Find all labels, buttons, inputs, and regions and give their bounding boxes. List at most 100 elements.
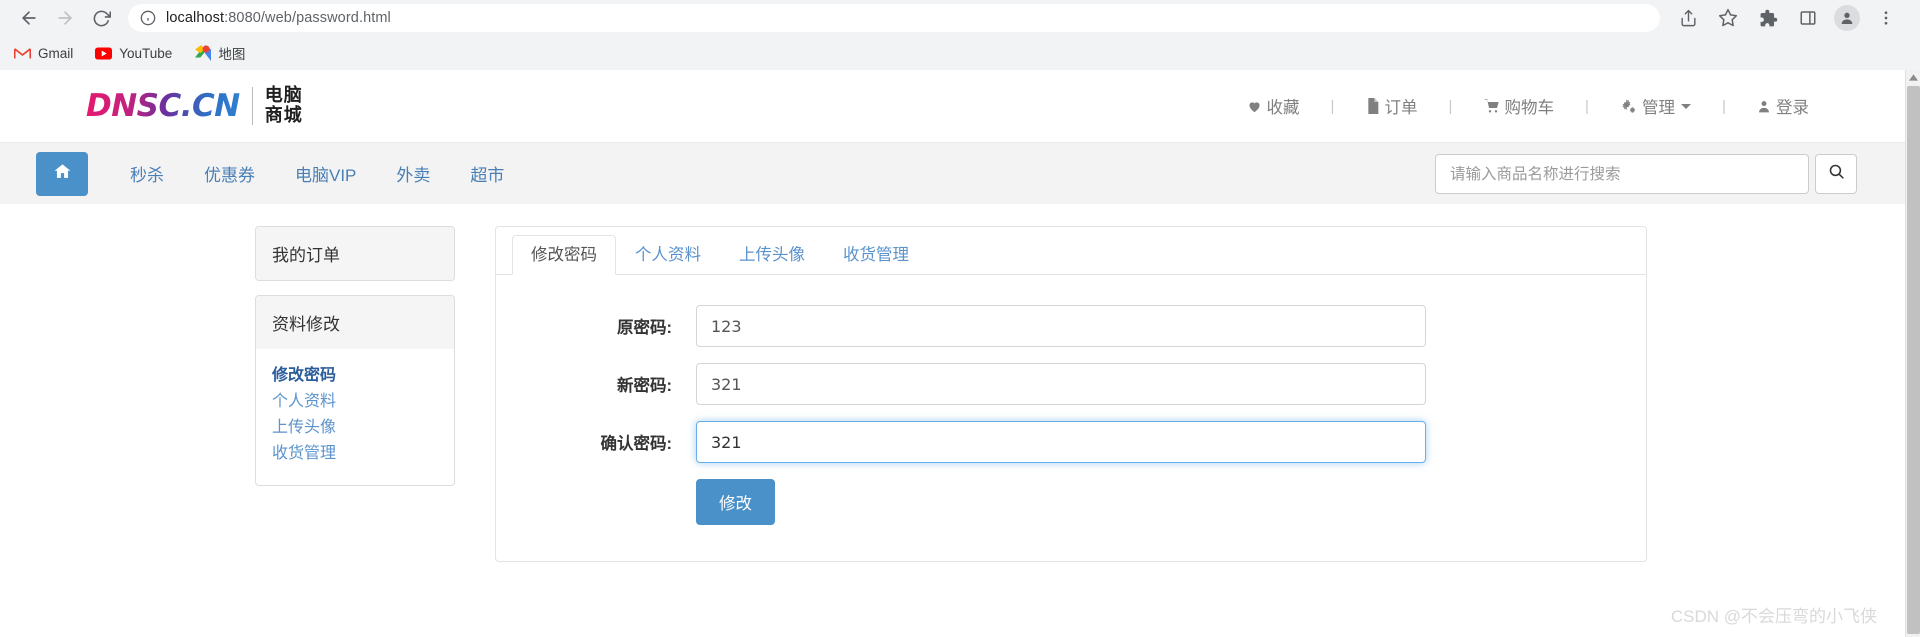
page-viewport: DNSC.CN 电脑 商城 收藏 | 订单 | 购物车 | 管理 | 登录 秒杀… (0, 70, 1920, 637)
nav-separator: | (1722, 97, 1726, 115)
gmail-icon (14, 45, 31, 62)
page-scrollbar[interactable] (1905, 70, 1920, 637)
search-input[interactable] (1435, 153, 1809, 194)
url-text: localhost:8080/web/password.html (166, 10, 391, 26)
sidebar: 我的订单 资料修改 修改密码 个人资料 上传头像 收货管理 (255, 226, 455, 500)
change-password-form: 原密码: 新密码: 确认密码: 修改 (496, 275, 1646, 561)
site-logo[interactable]: DNSC.CN 电脑 商城 (86, 86, 303, 126)
bookmark-star-icon[interactable] (1714, 4, 1742, 32)
top-nav-orders[interactable]: 订单 (1366, 94, 1418, 118)
home-icon (53, 162, 72, 186)
sidebar-profile-title: 资料修改 (256, 296, 454, 349)
new-password-input[interactable] (696, 363, 1426, 405)
top-nav-login[interactable]: 登录 (1757, 94, 1809, 118)
bookmark-label: 地图 (218, 47, 246, 62)
share-icon[interactable] (1674, 4, 1702, 32)
old-password-input[interactable] (696, 305, 1426, 347)
scrollbar-thumb[interactable] (1907, 86, 1920, 634)
web-page: DNSC.CN 电脑 商城 收藏 | 订单 | 购物车 | 管理 | 登录 秒杀… (0, 70, 1905, 637)
nav-link-supermarket[interactable]: 超市 (450, 161, 524, 186)
sidebar-links: 修改密码 个人资料 上传头像 收货管理 (256, 349, 454, 485)
nav-separator: | (1330, 97, 1335, 115)
browser-toolbar: localhost:8080/web/password.html (0, 0, 1920, 36)
bookmarks-bar: Gmail YouTube 地图 (0, 36, 1920, 70)
search-button[interactable] (1815, 153, 1857, 194)
forward-button[interactable] (50, 3, 80, 33)
confirm-password-input[interactable] (696, 421, 1426, 463)
top-nav-label: 收藏 (1266, 99, 1300, 117)
extensions-puzzle-icon[interactable] (1754, 4, 1782, 32)
info-circle-icon[interactable] (140, 10, 156, 26)
nav-link-miaosha[interactable]: 秒杀 (110, 161, 184, 186)
address-bar[interactable]: localhost:8080/web/password.html (128, 4, 1660, 32)
top-nav-manage[interactable]: 管理 (1620, 94, 1691, 118)
label-old-password: 原密码: (617, 319, 672, 337)
url-host: localhost (166, 10, 225, 26)
nav-links: 秒杀 优惠券 电脑VIP 外卖 超市 (110, 161, 524, 186)
google-maps-icon (194, 45, 211, 62)
chevron-down-icon (1681, 103, 1691, 109)
top-nav-label: 购物车 (1504, 99, 1555, 117)
tab-bar: 修改密码 个人资料 上传头像 收货管理 (496, 227, 1646, 275)
content-area: 我的订单 资料修改 修改密码 个人资料 上传头像 收货管理 修改密码 个人资料 (0, 204, 1905, 562)
profile-avatar-icon[interactable] (1834, 5, 1860, 31)
sidebar-panel-profile: 资料修改 修改密码 个人资料 上传头像 收货管理 (255, 295, 455, 486)
youtube-icon (95, 45, 113, 62)
nav-link-vip[interactable]: 电脑VIP (275, 161, 376, 186)
bookmark-gmail[interactable]: Gmail (14, 45, 73, 62)
url-path: :8080/web/password.html (224, 10, 391, 26)
search-area (1435, 153, 1857, 194)
tab-personal-info[interactable]: 个人资料 (616, 235, 720, 276)
bookmark-youtube[interactable]: YouTube (95, 45, 172, 62)
back-button[interactable] (14, 3, 44, 33)
nav-separator: | (1585, 97, 1589, 115)
tab-change-password[interactable]: 修改密码 (512, 234, 616, 275)
more-menu-icon[interactable] (1872, 4, 1900, 32)
main-navbar: 秒杀 优惠券 电脑VIP 外卖 超市 (0, 142, 1905, 204)
home-button[interactable] (36, 151, 88, 196)
watermark: CSDN @不会压弯的小飞侠 (1670, 607, 1877, 626)
top-nav: 收藏 | 订单 | 购物车 | 管理 | 登录 (1247, 94, 1809, 118)
side-panel-icon[interactable] (1794, 4, 1822, 32)
form-row-old-password: 原密码: (496, 305, 1646, 347)
cart-icon (1484, 98, 1500, 114)
search-icon (1828, 163, 1845, 185)
form-row-confirm-password: 确认密码: (496, 421, 1646, 463)
submit-button[interactable]: 修改 (696, 479, 775, 525)
main-card: 修改密码 个人资料 上传头像 收货管理 原密码: 新密码: 确认密码 (495, 226, 1647, 562)
sidebar-panel-orders[interactable]: 我的订单 (255, 226, 455, 281)
submit-row: 修改 (496, 479, 1646, 525)
tab-upload-avatar[interactable]: 上传头像 (720, 235, 824, 276)
logo-divider (251, 87, 253, 125)
file-icon (1366, 98, 1380, 114)
top-nav-cart[interactable]: 购物车 (1484, 94, 1555, 118)
sidebar-item-upload-avatar[interactable]: 上传头像 (272, 415, 438, 441)
top-nav-favorites[interactable]: 收藏 (1247, 94, 1300, 118)
top-nav-label: 登录 (1776, 99, 1809, 117)
sidebar-orders-title: 我的订单 (256, 227, 454, 280)
bookmark-maps[interactable]: 地图 (194, 43, 245, 63)
scroll-up-arrow-icon[interactable] (1906, 70, 1920, 85)
sidebar-item-personal-info[interactable]: 个人资料 (272, 389, 438, 415)
sidebar-item-change-password[interactable]: 修改密码 (272, 363, 438, 389)
gears-icon (1620, 98, 1637, 114)
heart-icon (1247, 99, 1262, 114)
reload-button[interactable] (86, 3, 116, 33)
nav-link-takeout[interactable]: 外卖 (376, 161, 450, 186)
tab-address-manage[interactable]: 收货管理 (824, 235, 928, 276)
user-icon (1757, 99, 1771, 114)
label-new-password: 新密码: (617, 377, 672, 395)
nav-separator: | (1448, 97, 1453, 115)
nav-link-coupon[interactable]: 优惠券 (184, 161, 275, 186)
chrome-actions (1668, 4, 1906, 32)
sidebar-item-address-manage[interactable]: 收货管理 (272, 441, 438, 467)
label-confirm-password: 确认密码: (600, 435, 673, 453)
logo-wordmark: DNSC.CN (86, 88, 240, 124)
bookmark-label: YouTube (119, 45, 173, 61)
logo-chinese-name: 电脑 商城 (264, 85, 303, 126)
top-nav-label: 订单 (1384, 99, 1418, 117)
top-nav-label: 管理 (1642, 99, 1675, 117)
bookmark-label: Gmail (38, 45, 74, 61)
browser-chrome: localhost:8080/web/password.html Gmail Y… (0, 0, 1920, 70)
form-row-new-password: 新密码: (496, 363, 1646, 405)
